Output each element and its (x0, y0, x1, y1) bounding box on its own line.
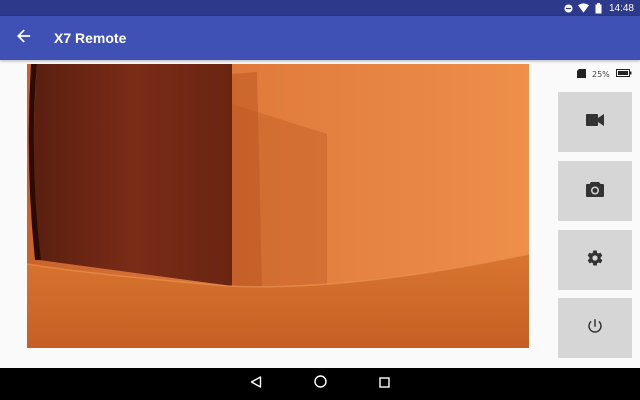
wifi-icon (577, 3, 589, 14)
nav-recents-button[interactable] (352, 368, 416, 400)
status-time: 14:48 (608, 2, 634, 14)
recents-square-icon (378, 375, 390, 393)
battery-full-icon (615, 69, 632, 79)
battery-icon (593, 2, 604, 14)
videocam-icon (586, 113, 604, 131)
settings-icon (586, 249, 604, 272)
app-title: X7 Remote (54, 30, 127, 46)
take-photo-button[interactable] (558, 161, 632, 221)
nav-home-button[interactable] (288, 368, 352, 400)
arrow-back-icon (17, 28, 31, 48)
do-not-disturb-icon (563, 3, 574, 14)
settings-button[interactable] (558, 230, 632, 290)
record-video-button[interactable] (558, 92, 632, 152)
back-triangle-icon (250, 375, 262, 393)
camera-preview-image (27, 64, 529, 348)
home-circle-icon (313, 375, 327, 393)
back-button[interactable] (0, 16, 48, 60)
camera-status: 25% (574, 68, 635, 80)
status-bar: 14:48 (0, 0, 640, 16)
nav-back-button[interactable] (224, 368, 288, 400)
camera-icon (586, 181, 604, 202)
sd-card-icon (577, 68, 586, 80)
power-button[interactable] (558, 298, 632, 358)
storage-used: 25% (592, 69, 610, 79)
camera-preview[interactable] (27, 64, 529, 348)
power-icon (586, 317, 604, 340)
app-bar: X7 Remote (0, 16, 640, 60)
navigation-bar (0, 368, 640, 400)
